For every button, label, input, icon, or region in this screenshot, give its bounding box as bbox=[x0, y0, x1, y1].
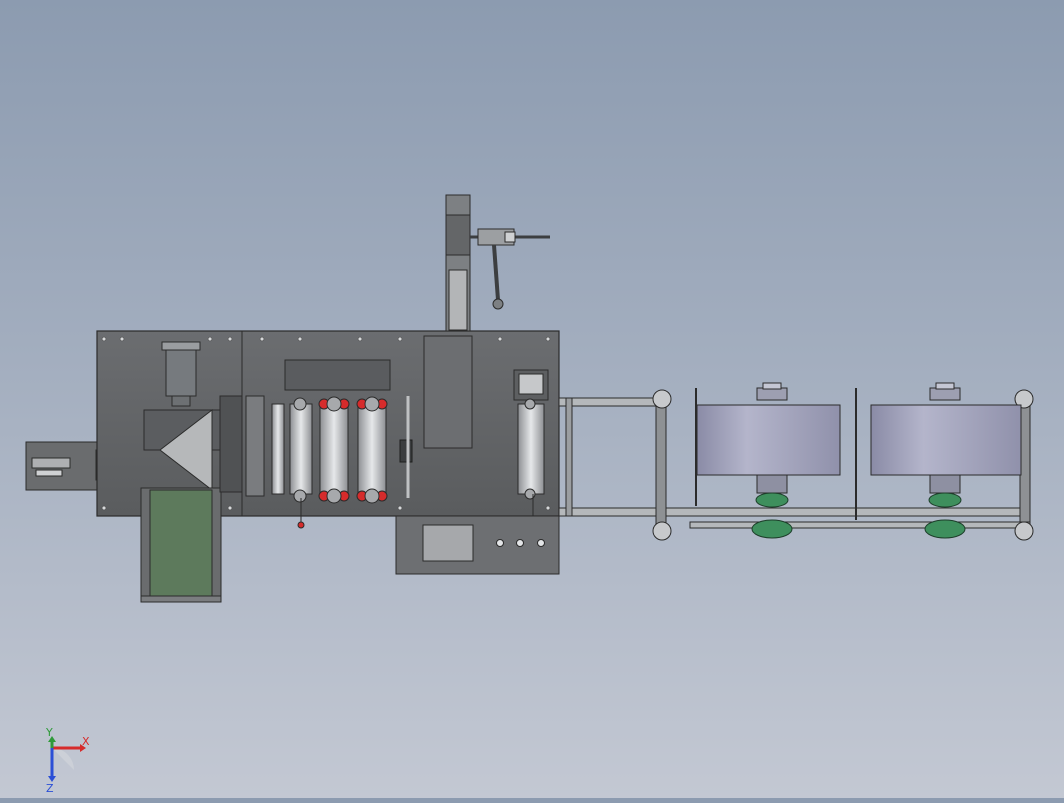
z-axis-label: Z bbox=[46, 782, 54, 795]
coordinate-triad: X Y Z bbox=[45, 726, 90, 795]
conveyor-belt bbox=[140, 408, 222, 603]
cad-viewport[interactable]: X Y Z bbox=[0, 0, 1064, 798]
y-axis-label: Y bbox=[45, 726, 53, 739]
machine-drawing: X Y Z bbox=[25, 194, 1034, 795]
control-panel bbox=[395, 515, 560, 575]
x-axis-label: X bbox=[82, 735, 90, 748]
vertical-column bbox=[445, 194, 550, 332]
